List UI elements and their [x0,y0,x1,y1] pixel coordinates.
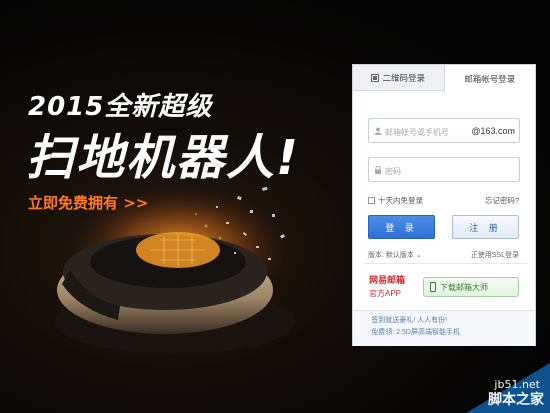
brand-name: 网易邮箱 [369,275,406,285]
watermark-name: 脚本之家 [488,392,544,408]
promo-headline-main: 扫地机器人! [26,130,300,186]
login-button[interactable]: 登 录 [368,215,435,239]
qr-code-icon [371,73,380,82]
news-text: 免费领: 2.5D屏高端智能手机 [371,329,460,336]
news-item[interactable]: · 免费领: 2.5D屏高端智能手机 [367,327,521,339]
username-field[interactable]: 邮箱帐号或手机号 @163.com [368,118,520,143]
news-footer: · 签到就送豪礼! 人人有份! · 免费领: 2.5D屏高端智能手机 [353,310,535,346]
remember-label: 十天内免登录 [378,196,423,205]
username-placeholder: 邮箱帐号或手机号 [385,128,449,137]
user-icon [374,127,382,135]
tab-email-login-label: 邮箱帐号登录 [464,73,516,84]
divider [363,263,527,264]
download-app-button[interactable]: 下载邮箱大师 [423,277,519,297]
remember-checkbox[interactable] [368,197,375,204]
domain-suffix: @163.com [471,126,515,136]
password-field[interactable]: 密码 [368,157,520,182]
tab-qr-login[interactable]: 二维码登录 [353,65,444,90]
login-tabs: 二维码登录 邮箱帐号登录 [353,65,535,92]
password-placeholder: 密码 [385,167,401,176]
login-panel: 二维码登录 邮箱帐号登录 邮箱帐号或手机号 @163.com 密码 十天内免登录… [352,64,536,346]
remember-login[interactable]: 十天内免登录 [368,195,423,206]
netease-mail-logo: 网易邮箱 官方APP [369,273,415,299]
tab-qr-login-label: 二维码登录 [382,72,425,83]
version-select[interactable]: 版本: 默认版本 ⌄ [368,250,422,260]
news-item[interactable]: · 签到就送豪礼! 人人有份! [367,315,521,327]
forgot-password-link[interactable]: 忘记密码? [485,195,519,206]
tab-email-login[interactable]: 邮箱帐号登录 [443,65,535,92]
register-button[interactable]: 注 册 [452,215,519,239]
lock-icon [375,166,381,174]
news-text: 签到就送豪礼! 人人有份! [371,317,448,324]
ssl-login-link[interactable]: 正使用SSL登录 [471,250,519,260]
download-label: 下载邮箱大师 [440,282,488,292]
brand-sub: 官方APP [369,289,402,298]
promo-cta-link[interactable]: 立即免费拥有 >> [28,192,148,213]
phone-icon [430,282,436,292]
